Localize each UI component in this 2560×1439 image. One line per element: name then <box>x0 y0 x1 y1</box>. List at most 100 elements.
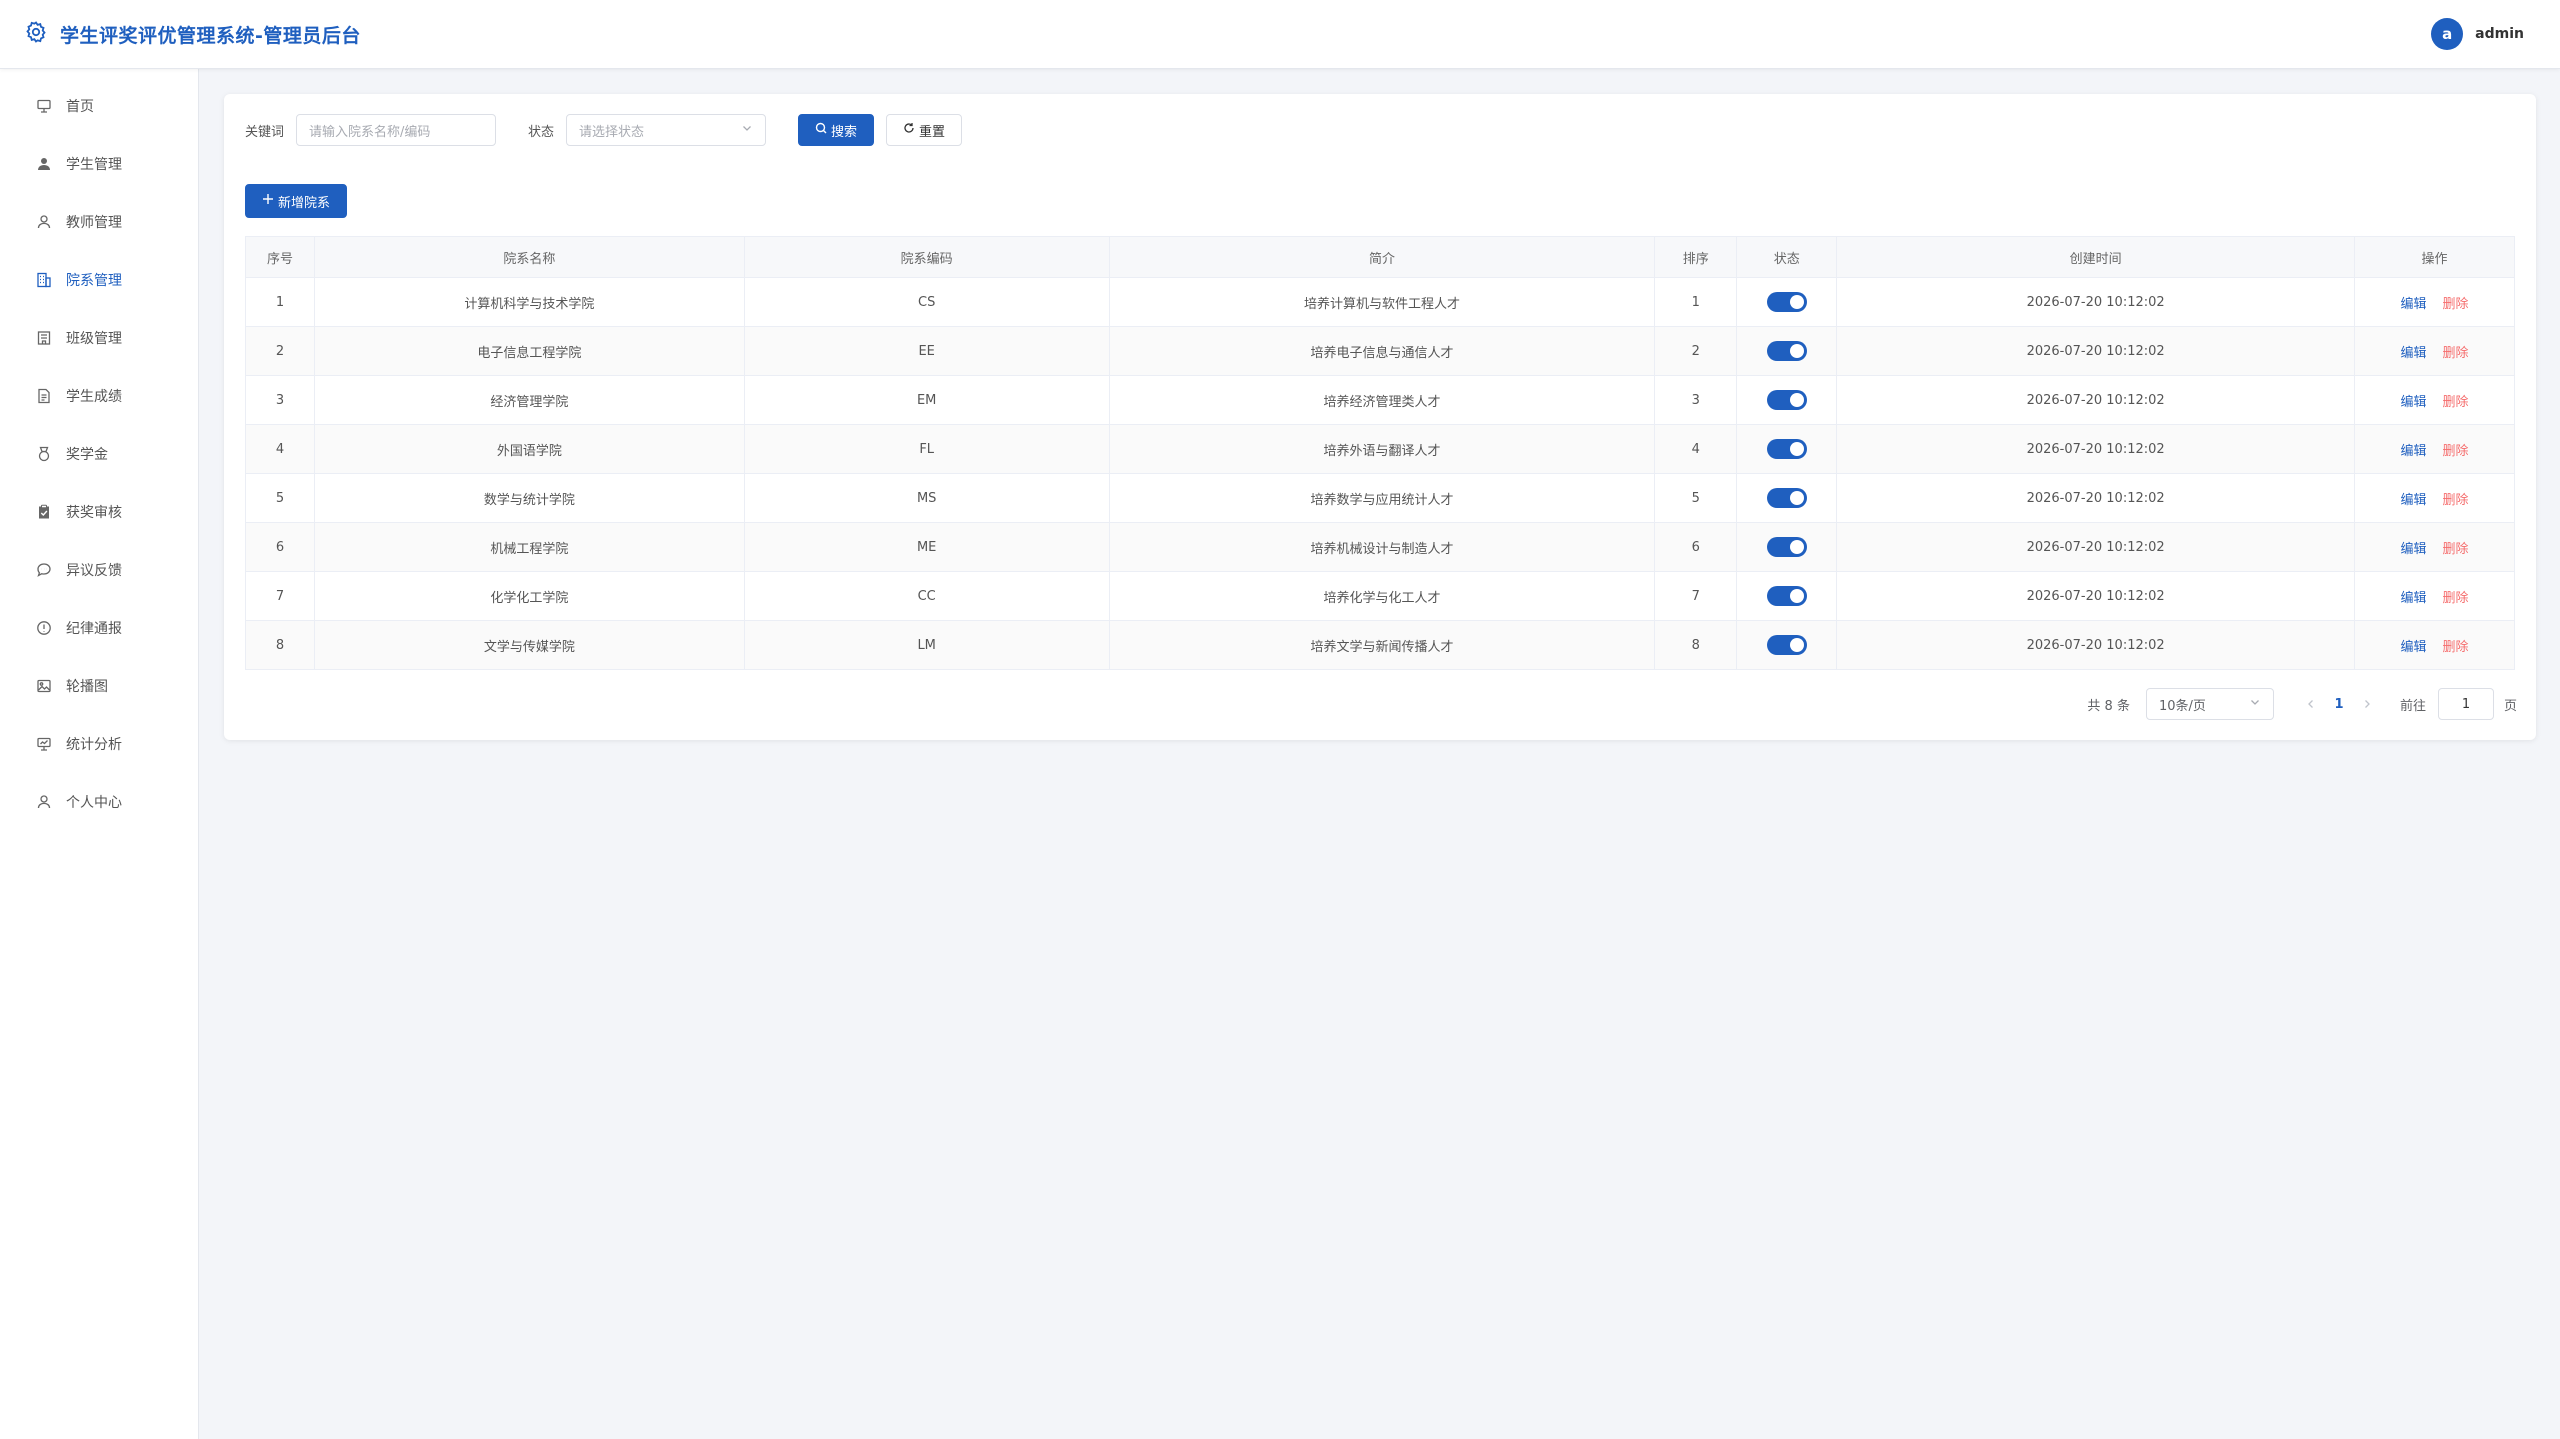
cell-no: 8 <box>245 620 315 670</box>
cell-name: 外国语学院 <box>313 424 745 474</box>
status-toggle[interactable] <box>1766 390 1807 410</box>
prev-page-button[interactable] <box>2298 688 2324 720</box>
cell-sort: 3 <box>1654 375 1738 425</box>
cell-created: 2026-07-20 10:12:02 <box>1836 277 2356 327</box>
status-toggle[interactable] <box>1766 341 1807 361</box>
cell-intro: 培养电子信息与通信人才 <box>1108 326 1656 376</box>
delete-link[interactable]: 删除 <box>2443 591 2469 606</box>
sidebar-item-home[interactable]: 首页 <box>0 77 198 135</box>
cell-name: 经济管理学院 <box>313 375 745 425</box>
delete-link[interactable]: 删除 <box>2443 444 2469 459</box>
cell-code: CS <box>743 277 1110 327</box>
column-header[interactable]: 状态 <box>1736 236 1838 278</box>
column-header[interactable]: 排序 <box>1654 236 1738 278</box>
sidebar-item-award-review[interactable]: 获奖审核 <box>0 483 198 541</box>
page-number-current[interactable]: 1 <box>2324 688 2354 720</box>
sidebar-item-carousel[interactable]: 轮播图 <box>0 657 198 715</box>
cell-no: 2 <box>245 326 315 376</box>
delete-link[interactable]: 删除 <box>2443 395 2469 410</box>
status-toggle[interactable] <box>1766 635 1807 655</box>
main-card: 关键词 请输入院系名称/编码 状态 请选择状态 搜索 重置 新增院系 序号 院系… <box>224 94 2536 740</box>
sidebar-item-discipline[interactable]: 纪律通报 <box>0 599 198 657</box>
edit-link[interactable]: 编辑 <box>2400 591 2426 606</box>
delete-link[interactable]: 删除 <box>2443 297 2469 312</box>
plus-icon <box>262 193 274 209</box>
sidebar-item-feedback[interactable]: 异议反馈 <box>0 541 198 599</box>
status-select[interactable]: 请选择状态 <box>566 114 767 146</box>
delete-link[interactable]: 删除 <box>2443 542 2469 557</box>
department-table: 序号 院系名称 院系编码 简介 排序 状态 创建时间 操作 1 计算机科学与技术… <box>245 236 2515 670</box>
sidebar-item-teachers[interactable]: 教师管理 <box>0 193 198 251</box>
status-toggle[interactable] <box>1766 586 1807 606</box>
goto-page-input[interactable]: 1 <box>2437 688 2494 720</box>
search-button[interactable]: 搜索 <box>798 114 875 146</box>
avatar[interactable]: a <box>2431 18 2464 50</box>
edit-link[interactable]: 编辑 <box>2400 346 2426 361</box>
cell-name: 文学与传媒学院 <box>313 620 745 670</box>
table-row: 1 计算机科学与技术学院 CS 培养计算机与软件工程人才 1 2026-07-2… <box>245 277 2515 327</box>
sidebar-item-statistics[interactable]: 统计分析 <box>0 715 198 773</box>
reset-button[interactable]: 重置 <box>886 114 963 146</box>
brand: 学生评奖评优管理系统-管理员后台 <box>24 20 361 48</box>
reset-button-label: 重置 <box>919 124 946 140</box>
edit-link[interactable]: 编辑 <box>2400 395 2426 410</box>
table-row: 8 文学与传媒学院 LM 培养文学与新闻传播人才 8 2026-07-20 10… <box>245 620 2515 670</box>
cell-code: EM <box>743 375 1110 425</box>
sidebar-item-scholarship[interactable]: 奖学金 <box>0 425 198 483</box>
add-button-label: 新增院系 <box>278 195 331 211</box>
sidebar-item-label: 奖学金 <box>66 447 108 463</box>
next-page-button[interactable] <box>2354 688 2380 720</box>
add-department-button[interactable]: 新增院系 <box>245 184 348 218</box>
sidebar-item-classes[interactable]: 班级管理 <box>0 309 198 367</box>
goto-page-value: 1 <box>2461 696 2471 712</box>
cell-created: 2026-07-20 10:12:02 <box>1836 473 2356 523</box>
cell-intro: 培养文学与新闻传播人才 <box>1108 620 1656 670</box>
sidebar-item-departments[interactable]: 院系管理 <box>0 251 198 309</box>
sidebar-item-grades[interactable]: 学生成绩 <box>0 367 198 425</box>
checklist-icon <box>36 504 52 520</box>
chevron-left-icon <box>2308 700 2313 708</box>
column-header[interactable]: 操作 <box>2354 236 2515 278</box>
cell-status <box>1736 424 1838 474</box>
cell-no: 6 <box>245 522 315 572</box>
column-header[interactable]: 院系名称 <box>313 236 745 278</box>
page-size-select[interactable]: 10条/页 <box>2145 688 2274 720</box>
cell-status <box>1736 620 1838 670</box>
edit-link[interactable]: 编辑 <box>2400 444 2426 459</box>
status-label: 状态 <box>528 124 555 140</box>
app-title: 学生评奖评优管理系统-管理员后台 <box>60 24 361 47</box>
chevron-down-icon <box>2249 696 2261 712</box>
status-toggle[interactable] <box>1766 537 1807 557</box>
table-row: 3 经济管理学院 EM 培养经济管理类人才 3 2026-07-20 10:12… <box>245 375 2515 425</box>
column-header[interactable]: 创建时间 <box>1836 236 2356 278</box>
delete-link[interactable]: 删除 <box>2443 493 2469 508</box>
delete-link[interactable]: 删除 <box>2443 346 2469 361</box>
sidebar-item-profile[interactable]: 个人中心 <box>0 773 198 831</box>
cell-status <box>1736 522 1838 572</box>
column-header[interactable]: 院系编码 <box>743 236 1110 278</box>
cell-created: 2026-07-20 10:12:02 <box>1836 326 2356 376</box>
status-toggle[interactable] <box>1766 292 1807 312</box>
cell-intro: 培养计算机与软件工程人才 <box>1108 277 1656 327</box>
delete-link[interactable]: 删除 <box>2443 640 2469 655</box>
cell-code: FL <box>743 424 1110 474</box>
cell-name: 数学与统计学院 <box>313 473 745 523</box>
status-toggle[interactable] <box>1766 488 1807 508</box>
search-icon <box>815 122 827 138</box>
cell-created: 2026-07-20 10:12:02 <box>1836 424 2356 474</box>
edit-link[interactable]: 编辑 <box>2400 640 2426 655</box>
status-toggle[interactable] <box>1766 439 1807 459</box>
edit-link[interactable]: 编辑 <box>2400 542 2426 557</box>
keyword-input[interactable]: 请输入院系名称/编码 <box>296 114 497 146</box>
table-row: 2 电子信息工程学院 EE 培养电子信息与通信人才 2 2026-07-20 1… <box>245 326 2515 376</box>
user-icon <box>36 794 52 810</box>
username[interactable]: admin <box>2475 26 2524 42</box>
column-header[interactable]: 序号 <box>245 236 315 278</box>
edit-link[interactable]: 编辑 <box>2400 297 2426 312</box>
cell-code: EE <box>743 326 1110 376</box>
user-menu[interactable]: a admin <box>2431 18 2524 50</box>
edit-link[interactable]: 编辑 <box>2400 493 2426 508</box>
column-header[interactable]: 简介 <box>1108 236 1656 278</box>
user-icon <box>36 214 52 230</box>
sidebar-item-students[interactable]: 学生管理 <box>0 135 198 193</box>
